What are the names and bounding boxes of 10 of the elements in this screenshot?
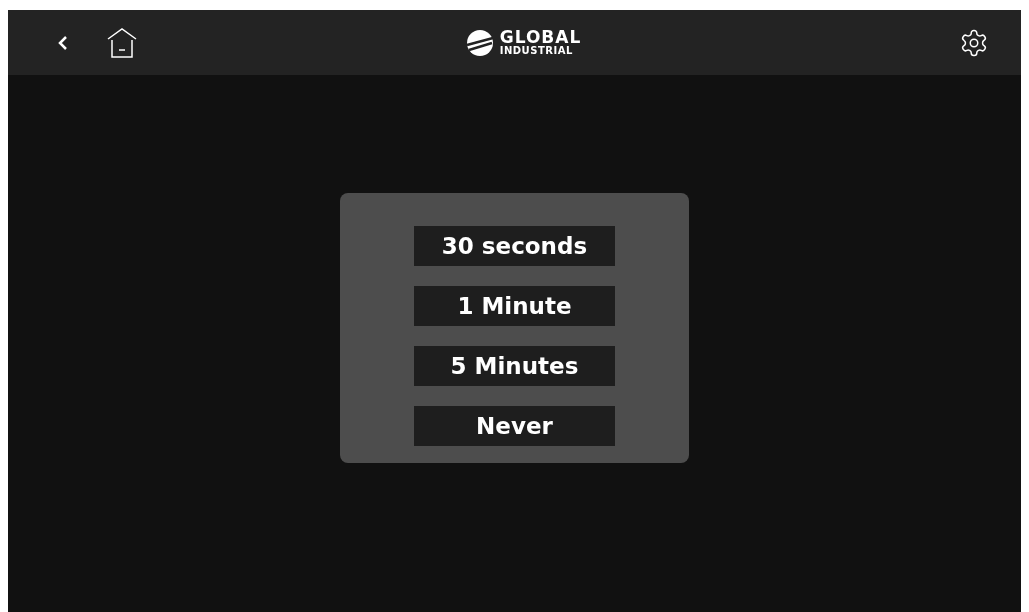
logo-subtext: INDUSTRIAL	[499, 46, 574, 56]
timeout-option[interactable]: 5 Minutes	[414, 346, 615, 386]
logo-icon	[465, 28, 494, 57]
logo-text: GLOBAL	[499, 29, 582, 46]
timeout-option[interactable]: 1 Minute	[414, 286, 615, 326]
home-icon	[106, 25, 138, 60]
timeout-option[interactable]: 30 seconds	[414, 226, 615, 266]
timeout-option[interactable]: Never	[414, 406, 615, 446]
back-icon	[58, 34, 68, 51]
settings-icon	[959, 27, 989, 58]
